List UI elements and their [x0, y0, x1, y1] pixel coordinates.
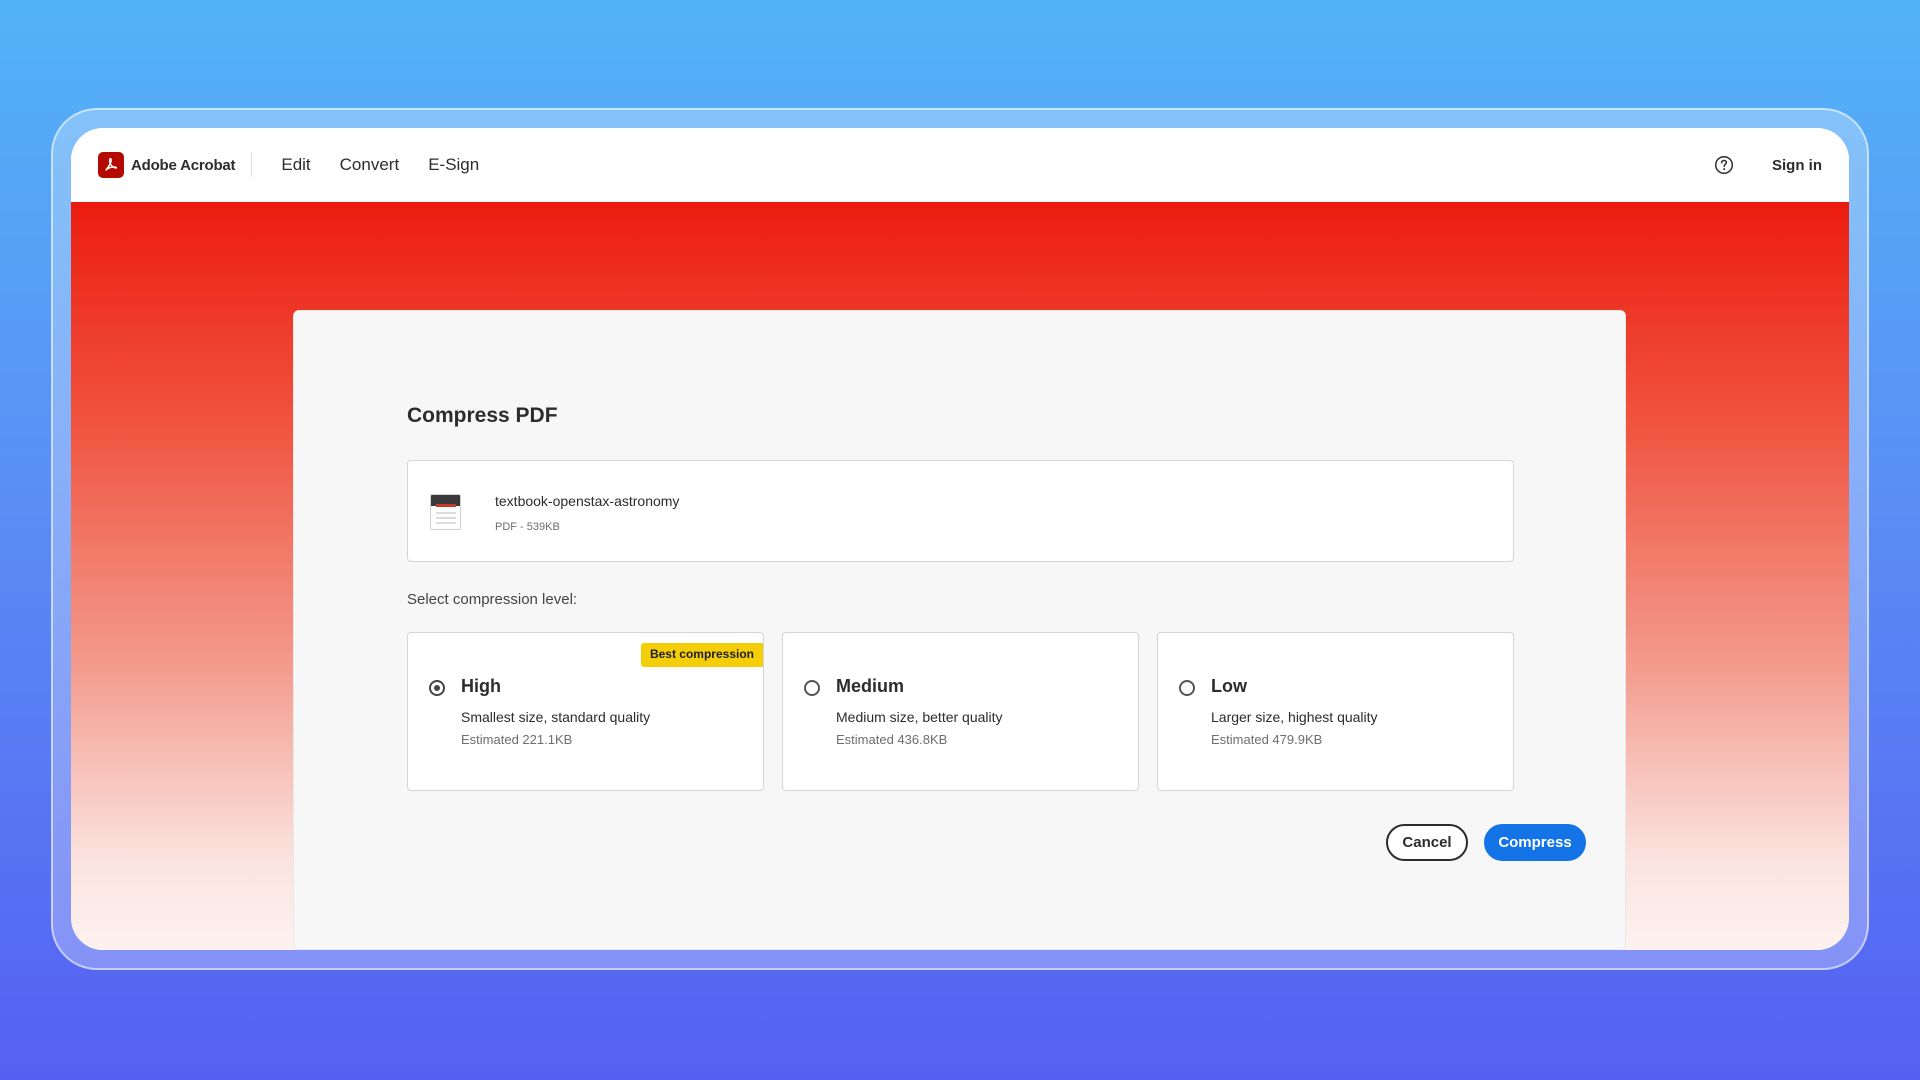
option-description: Larger size, highest quality: [1211, 709, 1378, 725]
brand[interactable]: Adobe Acrobat: [98, 152, 253, 178]
sign-in-link[interactable]: Sign in: [1772, 157, 1822, 174]
option-low[interactable]: Low Larger size, highest quality Estimat…: [1157, 632, 1514, 791]
file-name: textbook-openstax-astronomy: [495, 493, 680, 509]
option-title: Medium: [836, 676, 905, 696]
cancel-button[interactable]: Cancel: [1386, 824, 1468, 861]
radio-high[interactable]: [429, 680, 445, 696]
file-card: textbook-openstax-astronomy PDF - 539KB: [407, 460, 1514, 562]
radio-low[interactable]: [1179, 680, 1195, 696]
option-high[interactable]: Best compression High Smallest size, sta…: [407, 632, 764, 791]
file-meta: PDF - 539KB: [495, 521, 560, 533]
pdf-file-thumbnail-icon: [430, 494, 461, 530]
option-title: High: [461, 676, 501, 696]
nav-edit[interactable]: Edit: [281, 155, 310, 175]
option-estimate: Estimated 221.1KB: [461, 732, 573, 747]
radio-medium[interactable]: [804, 680, 820, 696]
best-compression-badge: Best compression: [640, 643, 763, 667]
option-description: Medium size, better quality: [836, 709, 1003, 725]
option-title: Low: [1211, 676, 1247, 696]
compression-level-label: Select compression level:: [407, 591, 578, 608]
option-estimate: Estimated 436.8KB: [836, 732, 948, 747]
nav-esign[interactable]: E-Sign: [428, 155, 479, 175]
option-medium[interactable]: Medium Medium size, better quality Estim…: [782, 632, 1139, 791]
top-navbar: Adobe Acrobat Edit Convert E-Sign Sign i…: [71, 128, 1849, 202]
compress-panel: Compress PDF textbook-openstax-astronomy…: [293, 310, 1626, 950]
brand-name: Adobe Acrobat: [131, 156, 236, 174]
app-window: Adobe Acrobat Edit Convert E-Sign Sign i…: [71, 128, 1849, 950]
nav-convert[interactable]: Convert: [340, 155, 400, 175]
option-description: Smallest size, standard quality: [461, 709, 651, 725]
help-circle-icon[interactable]: [1714, 155, 1734, 175]
hero-background: Compress PDF textbook-openstax-astronomy…: [71, 202, 1849, 950]
compress-button[interactable]: Compress: [1484, 824, 1586, 861]
acrobat-logo-icon: [98, 152, 124, 178]
option-estimate: Estimated 479.9KB: [1211, 732, 1323, 747]
page-title: Compress PDF: [407, 404, 558, 427]
